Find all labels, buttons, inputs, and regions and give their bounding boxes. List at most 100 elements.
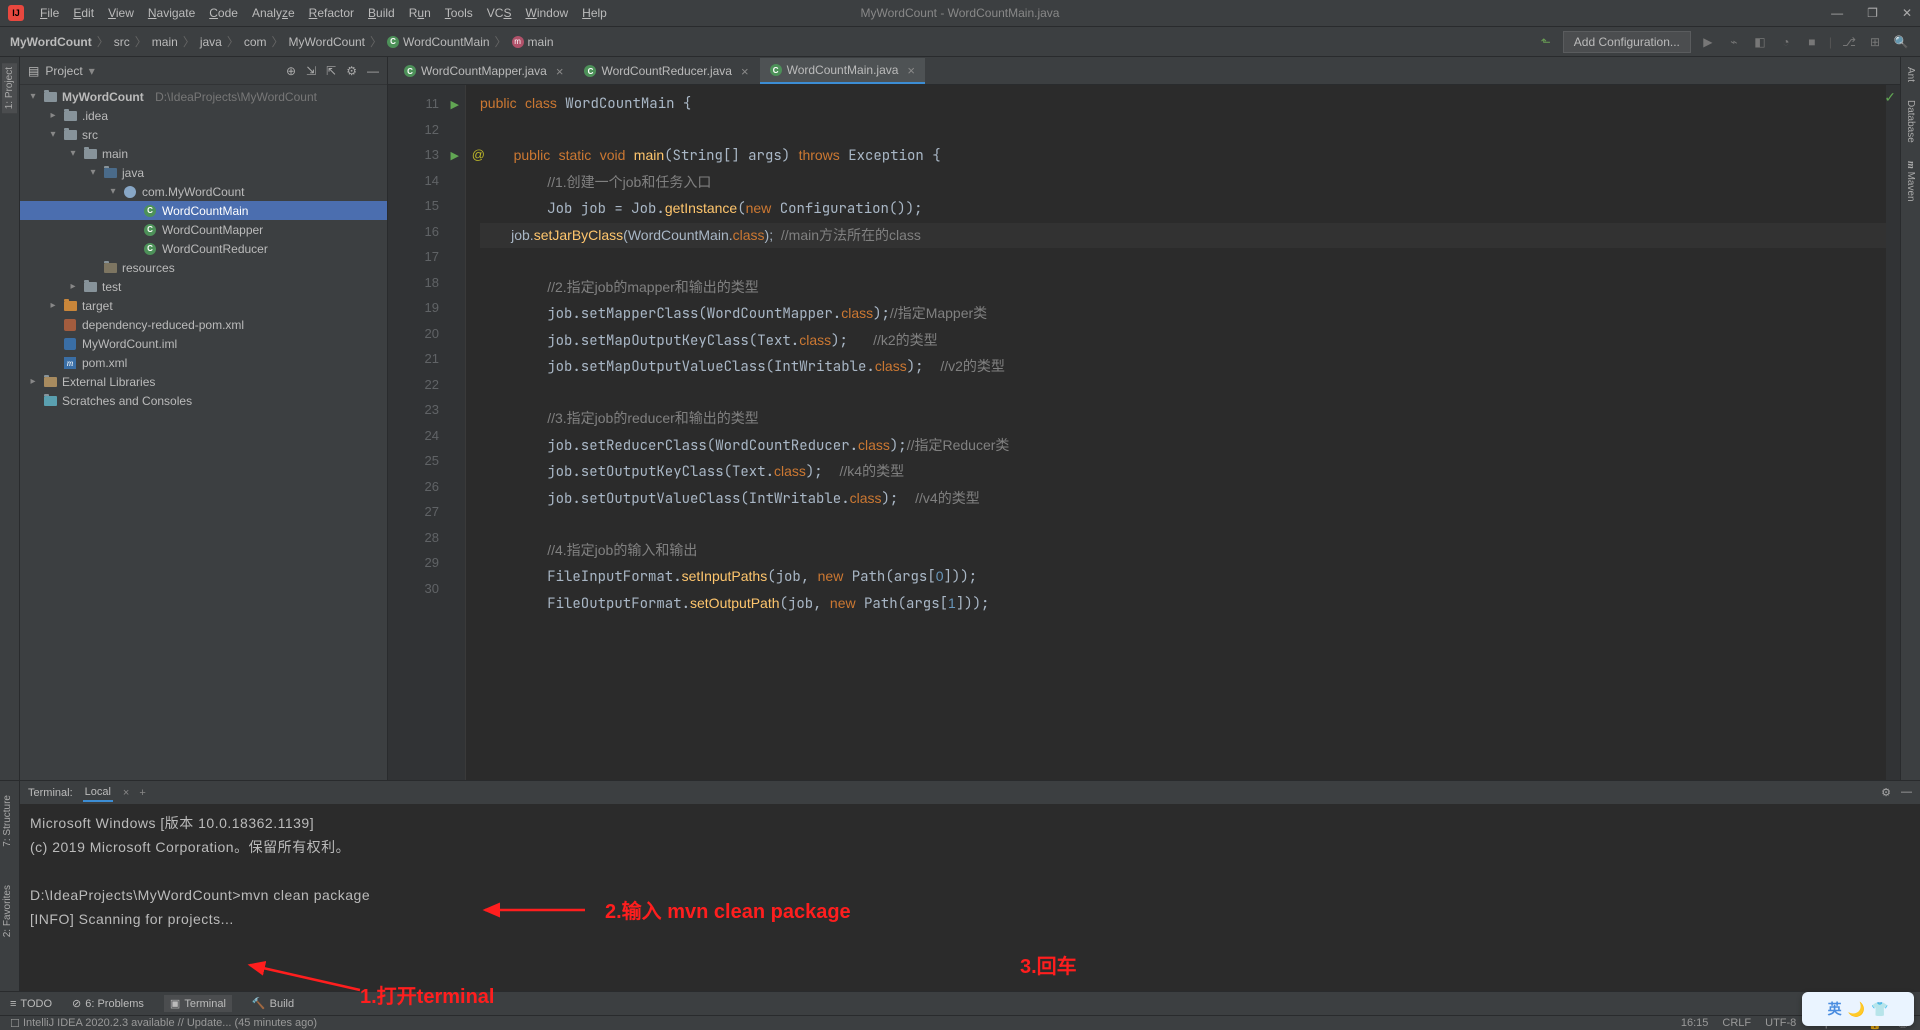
search-everywhere-icon[interactable]: 🔍 (1892, 33, 1910, 51)
menu-view[interactable]: View (102, 3, 140, 23)
tab-ant[interactable]: Ant (1903, 63, 1918, 86)
expand-all-icon[interactable]: ⇲ (306, 64, 316, 78)
breadcrumb-item[interactable]: main (528, 35, 554, 49)
ime-badge[interactable]: 英 🌙 👕 (1802, 992, 1914, 1026)
tab-favorites[interactable]: 2: Favorites (0, 881, 15, 941)
tree-row[interactable]: dependency-reduced-pom.xml (20, 315, 387, 334)
tree-row[interactable]: ▸External Libraries (20, 372, 387, 391)
menu-window[interactable]: Window (519, 3, 574, 23)
tree-row[interactable]: ▾src (20, 125, 387, 144)
run-icon[interactable]: ▶ (1699, 33, 1717, 51)
add-configuration-button[interactable]: Add Configuration... (1563, 31, 1691, 53)
tab-project[interactable]: 1: Project (2, 63, 17, 113)
project-tree[interactable]: ▾MyWordCount D:\IdeaProjects\MyWordCount… (20, 85, 387, 780)
tab-build[interactable]: 🔨Build (252, 997, 294, 1010)
run-gutter-icon[interactable]: ▶ (451, 93, 459, 119)
build-icon[interactable]: ⬑ (1537, 33, 1555, 51)
menu-code[interactable]: Code (203, 3, 244, 23)
tree-row[interactable]: ▸target (20, 296, 387, 315)
add-terminal-icon[interactable]: + (139, 787, 145, 799)
breadcrumb[interactable]: MyWordCount〉 src〉 main〉 java〉 com〉 MyWor… (10, 33, 554, 50)
close-icon[interactable]: × (123, 787, 129, 799)
chevron-down-icon[interactable]: ▾ (89, 64, 95, 78)
status-encoding[interactable]: UTF-8 (1765, 1017, 1796, 1030)
menu-refactor[interactable]: Refactor (303, 3, 360, 23)
profile-icon[interactable]: ◔ (1777, 33, 1795, 51)
breadcrumb-item[interactable]: MyWordCount (289, 35, 365, 49)
vcs-icon[interactable]: ⎇ (1840, 33, 1858, 51)
tree-row[interactable]: MyWordCount.iml (20, 334, 387, 353)
menu-build[interactable]: Build (362, 3, 401, 23)
close-icon[interactable]: × (741, 64, 749, 79)
project-structure-icon[interactable]: ⊞ (1866, 33, 1884, 51)
gutter[interactable]: ▶ ▶ @ 1112131415161718192021222324252627… (388, 85, 466, 780)
inspection-ok-icon[interactable]: ✓ (1884, 89, 1896, 106)
close-icon[interactable]: × (556, 64, 564, 79)
status-line-sep[interactable]: CRLF (1722, 1017, 1751, 1030)
tab-reducer[interactable]: CWordCountReducer.java× (574, 58, 758, 84)
tree-row[interactable]: Scratches and Consoles (20, 391, 387, 410)
breadcrumb-item[interactable]: src (114, 35, 130, 49)
close-icon[interactable]: × (907, 63, 915, 78)
maximize-icon[interactable]: ❐ (1867, 6, 1878, 20)
tree-row[interactable]: ▸test (20, 277, 387, 296)
debug-icon[interactable]: ⌁ (1725, 33, 1743, 51)
emoji-icon: 👕 (1871, 1001, 1888, 1018)
gear-icon[interactable]: ⚙ (346, 64, 357, 78)
tree-row[interactable]: CWordCountMapper (20, 220, 387, 239)
menu-run[interactable]: Run (403, 3, 437, 23)
breadcrumb-item[interactable]: java (200, 35, 222, 49)
tab-maven-right[interactable]: m Maven (1903, 157, 1918, 206)
tree-row-selected[interactable]: CWordCountMain (20, 201, 387, 220)
annotation-icon: @ (472, 142, 485, 168)
menu-navigate[interactable]: Navigate (142, 3, 201, 23)
tree-row[interactable]: ▾java (20, 163, 387, 182)
tab-database[interactable]: Database (1903, 96, 1918, 147)
class-icon: C (584, 65, 596, 77)
breadcrumb-item[interactable]: WordCountMain (403, 35, 489, 49)
stop-icon[interactable]: ■ (1803, 33, 1821, 51)
emoji-icon: 🌙 (1848, 1001, 1865, 1018)
breadcrumb-item[interactable]: MyWordCount (10, 35, 92, 49)
tree-row[interactable]: resources (20, 258, 387, 277)
breadcrumb-item[interactable]: main (152, 35, 178, 49)
tree-row[interactable]: CWordCountReducer (20, 239, 387, 258)
locate-icon[interactable]: ⊕ (286, 64, 296, 78)
tree-row[interactable]: mpom.xml (20, 353, 387, 372)
run-gutter-icon[interactable]: ▶ (451, 144, 459, 170)
ime-label: 英 (1828, 999, 1842, 1019)
status-message[interactable]: IntelliJ IDEA 2020.2.3 available // Upda… (23, 1017, 317, 1029)
menu-vcs[interactable]: VCS (481, 3, 518, 23)
minimize-icon[interactable]: — (1831, 6, 1843, 20)
terminal-output[interactable]: Microsoft Windows [版本 10.0.18362.1139] (… (20, 805, 1920, 991)
collapse-all-icon[interactable]: ⇱ (326, 64, 336, 78)
tab-mapper[interactable]: CWordCountMapper.java× (394, 58, 573, 84)
hide-icon[interactable]: — (367, 64, 379, 78)
tree-row[interactable]: ▾com.MyWordCount (20, 182, 387, 201)
navigation-bar: MyWordCount〉 src〉 main〉 java〉 com〉 MyWor… (0, 27, 1920, 57)
tab-problems[interactable]: ⊘6: Problems (72, 997, 144, 1010)
project-label[interactable]: Project (45, 64, 82, 78)
status-caret-pos[interactable]: 16:15 (1681, 1017, 1709, 1030)
menu-tools[interactable]: Tools (439, 3, 479, 23)
menu-file[interactable]: File (34, 3, 65, 23)
tab-main-active[interactable]: CWordCountMain.java× (760, 58, 925, 84)
menu-edit[interactable]: Edit (67, 3, 100, 23)
tree-row[interactable]: ▾main (20, 144, 387, 163)
close-icon[interactable]: ✕ (1902, 6, 1912, 20)
code-editor[interactable]: public class WordCountMain { public stat… (466, 85, 1886, 780)
menu-analyze[interactable]: Analyze (246, 3, 301, 23)
coverage-icon[interactable]: ◧ (1751, 33, 1769, 51)
menu-help[interactable]: Help (576, 3, 613, 23)
tree-row[interactable]: ▸.idea (20, 106, 387, 125)
tree-row[interactable]: ▾MyWordCount D:\IdeaProjects\MyWordCount (20, 87, 387, 106)
gear-icon[interactable]: ⚙ (1881, 786, 1891, 799)
tab-structure[interactable]: 7: Structure (0, 791, 15, 851)
terminal-tab-local[interactable]: Local (83, 784, 113, 802)
tab-terminal[interactable]: ▣Terminal (164, 995, 232, 1012)
tab-todo[interactable]: ≡TODO (10, 998, 52, 1010)
code-marker-bar[interactable] (1886, 85, 1900, 780)
hide-icon[interactable]: — (1901, 786, 1912, 799)
breadcrumb-item[interactable]: com (244, 35, 267, 49)
notification-icon[interactable]: ☐ (10, 1017, 20, 1030)
